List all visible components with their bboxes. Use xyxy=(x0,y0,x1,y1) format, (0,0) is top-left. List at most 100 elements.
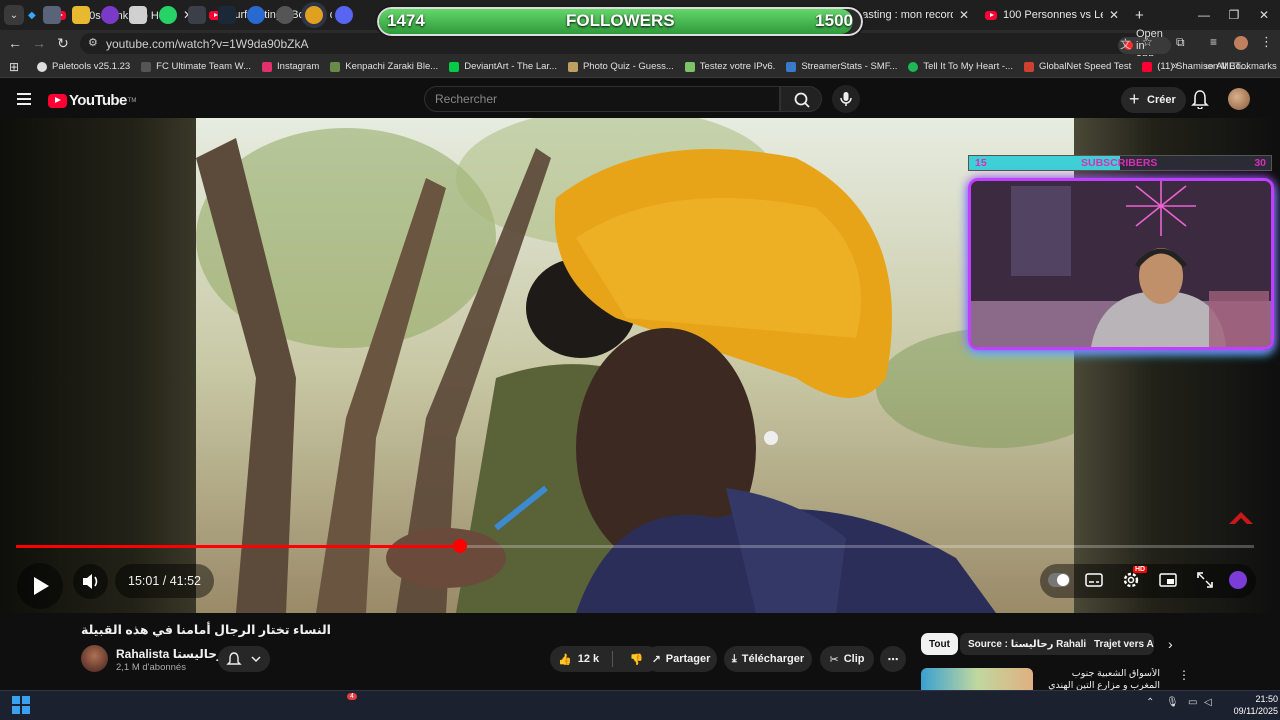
bookmark-item[interactable]: Kenpachi Zaraki Ble... xyxy=(330,61,438,72)
bookmark-item[interactable]: Testez votre IPv6. xyxy=(684,61,775,72)
bookmark-item[interactable]: Photo Quiz - Guess... xyxy=(567,61,674,72)
chevron-right-icon[interactable]: › xyxy=(1168,636,1173,652)
create-button[interactable]: Créer xyxy=(1121,87,1186,113)
download-button[interactable]: ⤓ Télécharger xyxy=(724,646,812,672)
close-tab-icon[interactable]: ✕ xyxy=(1109,8,1119,22)
settings-gear-icon[interactable] xyxy=(1122,571,1140,589)
tab-search-button[interactable]: ⌄ xyxy=(4,5,24,25)
app-icon[interactable] xyxy=(276,6,294,24)
like-button[interactable]: 👍 12 k xyxy=(550,646,612,672)
video-title: النساء تختار الرجال أمامنا في هذه القبيل… xyxy=(81,623,331,637)
seek-handle[interactable] xyxy=(452,539,467,553)
followers-label: FOLLOWERS xyxy=(566,11,675,30)
recommendation-menu-icon[interactable]: ⋮ xyxy=(1178,668,1190,682)
site-info-icon[interactable]: ⚙ xyxy=(88,36,98,49)
whatsapp-icon[interactable] xyxy=(159,6,177,24)
extension-icon[interactable] xyxy=(1229,571,1247,589)
bookmark-item[interactable]: GlobalNet Speed Test xyxy=(1023,61,1131,72)
voice-search-button[interactable] xyxy=(832,85,860,113)
reload-icon[interactable]: ↻ xyxy=(51,35,75,52)
channel-name[interactable]: Rahalista رحاليستا ✔ xyxy=(116,647,235,661)
notifications-bell-icon[interactable] xyxy=(1191,89,1209,109)
chrome-icon[interactable] xyxy=(305,6,323,24)
video-frame[interactable] xyxy=(196,118,1074,613)
app-icon[interactable] xyxy=(129,6,147,24)
red-arrow-icon xyxy=(1229,512,1253,524)
search-button[interactable] xyxy=(780,86,822,112)
bookmark-item[interactable]: FC Ultimate Team W... xyxy=(141,61,251,72)
system-clock[interactable]: 21:50 09/11/2025 xyxy=(1222,693,1278,717)
subtitles-icon[interactable] xyxy=(1085,571,1103,589)
profile-avatar[interactable] xyxy=(1234,36,1248,50)
bookmark-item[interactable]: Instagram xyxy=(262,61,319,72)
time-text: 15:01 / 41:52 xyxy=(128,574,201,588)
bookmark-label: Photo Quiz - Guess... xyxy=(582,61,674,72)
app-icon[interactable] xyxy=(101,6,119,24)
apps-grid-icon[interactable]: ⊞ xyxy=(9,60,23,74)
followers-goal: 1500 xyxy=(815,11,853,30)
bookmark-item[interactable]: Paletools v25.1.23 xyxy=(37,61,130,72)
forward-icon[interactable]: → xyxy=(27,35,51,51)
back-icon[interactable]: ← xyxy=(3,35,27,51)
clock-date: 09/11/2025 xyxy=(1233,706,1278,716)
microphone-tray-icon[interactable]: 🎙 xyxy=(1166,697,1179,708)
play-button[interactable] xyxy=(17,563,63,609)
channel-avatar[interactable] xyxy=(81,645,108,672)
subscriber-count: 2,1 M d'abonnés xyxy=(116,662,186,673)
new-tab-button[interactable]: + xyxy=(1127,0,1151,30)
clip-button[interactable]: ✂ Clip xyxy=(820,646,874,672)
tab-1[interactable]: 【70s Funk Hip Hop】#26 Classi ✕ xyxy=(46,0,201,30)
discord-badge: 4 xyxy=(347,693,357,700)
autoplay-toggle[interactable] xyxy=(1048,573,1070,587)
more-bookmarks-icon[interactable]: » xyxy=(1172,60,1178,72)
filter-chip-all[interactable]: Tout xyxy=(921,633,958,655)
youtube-logo[interactable]: YouTube TM xyxy=(48,92,136,109)
menu-icon[interactable]: ⋮ xyxy=(1260,34,1273,50)
minimize-button[interactable]: — xyxy=(1188,0,1220,30)
bookmark-icon xyxy=(141,61,152,72)
share-button[interactable]: ↗ Partager xyxy=(645,646,717,672)
account-avatar[interactable] xyxy=(1228,88,1250,110)
youtube-logo-tm: TM xyxy=(127,97,137,104)
app-icon[interactable] xyxy=(188,6,206,24)
translate-icon[interactable]: 文 xyxy=(1120,36,1131,52)
media-icon[interactable]: ≡ xyxy=(1210,35,1217,49)
fullscreen-icon[interactable] xyxy=(1196,571,1214,589)
tab-4[interactable]: 100 Personnes vs Les Plus Gr ✕ xyxy=(977,0,1127,30)
download-label: Télécharger xyxy=(741,653,805,665)
deviantart-icon xyxy=(449,61,460,72)
windows-start-icon[interactable] xyxy=(12,696,30,714)
more-actions-button[interactable]: ⋯ xyxy=(880,646,906,672)
recommendation-title[interactable]: الأسواق الشعبية جنوب المغرب و مزارع التي… xyxy=(1040,668,1160,690)
network-icon[interactable]: ▭ xyxy=(1188,697,1197,708)
file-explorer-icon[interactable] xyxy=(72,6,90,24)
search-input[interactable]: Rechercher xyxy=(424,86,780,112)
miniplayer-icon[interactable] xyxy=(1159,571,1177,589)
bell-chevron-icon xyxy=(226,652,261,665)
bookmark-item[interactable]: DeviantArt - The Lar... xyxy=(449,61,557,72)
close-tab-icon[interactable]: ✕ xyxy=(959,8,969,22)
bookmark-item[interactable]: Tell It To My Heart -... xyxy=(908,61,1013,72)
more-horizontal-icon: ⋯ xyxy=(887,653,899,666)
all-bookmarks-folder[interactable]: ▭ All Bookmarks xyxy=(1205,61,1277,72)
discord-icon[interactable] xyxy=(335,6,353,24)
steam-icon[interactable] xyxy=(218,6,236,24)
seek-bar[interactable] xyxy=(16,539,1254,553)
filter-chip-trip[interactable]: Trajet vers Afr xyxy=(1086,633,1154,655)
subscription-bell-button[interactable] xyxy=(218,646,270,672)
clock-time: 21:50 xyxy=(1255,694,1278,704)
app-icon[interactable] xyxy=(247,6,265,24)
recommendation-thumbnail[interactable] xyxy=(921,668,1033,690)
task-view-icon[interactable] xyxy=(43,6,61,24)
volume-button[interactable] xyxy=(73,564,108,599)
hamburger-menu-icon[interactable] xyxy=(17,93,31,105)
microphone-icon xyxy=(840,92,852,106)
bookmark-star-icon[interactable]: ☆ xyxy=(1142,35,1153,49)
bookmark-item[interactable]: StreamerStats - SMF... xyxy=(786,61,897,72)
extensions-icon[interactable]: ⧉ xyxy=(1176,35,1185,50)
speaker-icon[interactable]: ◁ xyxy=(1204,697,1212,708)
restore-button[interactable]: ❐ xyxy=(1218,0,1250,30)
autoplay-knob xyxy=(1057,574,1069,586)
tray-chevron-icon[interactable]: ⌃ xyxy=(1146,697,1154,708)
close-window-button[interactable]: ✕ xyxy=(1248,0,1280,30)
